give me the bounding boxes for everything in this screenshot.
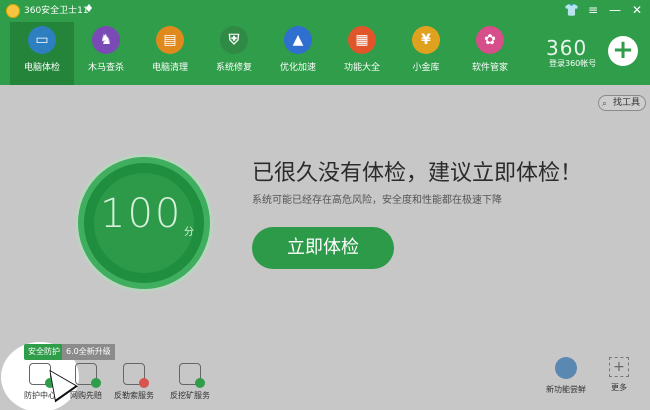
monitor-check-icon: ▭ bbox=[28, 26, 56, 54]
bottom-item-label: 反勒索服务 bbox=[114, 391, 154, 400]
main-nav: ▭ 电脑体检 ♞ 木马查杀 ▤ 电脑清理 ⛨ 系统修复 ▲ 优化加速 ▦ 功能大… bbox=[10, 22, 522, 85]
nav-item-software[interactable]: ✿ 软件管家 bbox=[458, 22, 522, 85]
app-logo-icon bbox=[6, 4, 20, 18]
score-value: 100 bbox=[100, 191, 183, 237]
nav-label: 木马查杀 bbox=[87, 63, 124, 73]
main-panel: ⌕ 找工具 100 分 已很久没有体检，建议立即体检！ 系统可能已经存在高危风险… bbox=[0, 85, 650, 410]
anti-mining-icon bbox=[179, 363, 205, 388]
menu-icon[interactable]: ≡ bbox=[586, 2, 600, 18]
nav-label: 系统修复 bbox=[215, 63, 252, 73]
brand-logo: 360 bbox=[546, 36, 588, 60]
right-item-label: 新功能尝鲜 bbox=[546, 385, 586, 394]
warning-icon bbox=[139, 378, 149, 388]
new-feature-button[interactable]: 新功能尝鲜 bbox=[546, 357, 586, 395]
nav-label: 软件管家 bbox=[471, 63, 508, 73]
nav-item-vault[interactable]: ¥ 小金库 bbox=[394, 22, 458, 85]
subline: 系统可能已经存在高危风险，安全度和性能都在极速下降 bbox=[252, 195, 502, 206]
anti-mining-button[interactable]: 反挖矿服务 bbox=[160, 363, 220, 401]
shirt-icon[interactable]: 👕 bbox=[564, 2, 579, 18]
more-icon: + bbox=[609, 357, 629, 377]
login-link[interactable]: 登录360帐号 bbox=[549, 58, 596, 69]
rocket-icon: ▲ bbox=[284, 26, 312, 54]
find-tools-button[interactable]: ⌕ 找工具 bbox=[598, 95, 646, 111]
bottom-item-label: 反挖矿服务 bbox=[170, 391, 210, 400]
pin-icon: ♦ bbox=[84, 2, 94, 15]
nav-label: 小金库 bbox=[412, 63, 440, 73]
nav-label: 电脑清理 bbox=[151, 63, 188, 73]
money-bag-icon: ¥ bbox=[412, 26, 440, 54]
anti-ransom-button[interactable]: 反勒索服务 bbox=[104, 363, 164, 401]
top-bar: 360安全卫士11 ♦ 👕 ≡ — ✕ ▭ 电脑体检 ♞ 木马查杀 ▤ 电脑清理… bbox=[0, 0, 650, 85]
nav-label: 功能大全 bbox=[343, 63, 380, 73]
start-checkup-button[interactable]: 立即体检 bbox=[252, 227, 394, 269]
minimize-icon[interactable]: — bbox=[608, 2, 622, 18]
title-bar: 360安全卫士11 ♦ 👕 ≡ — ✕ bbox=[0, 0, 650, 22]
find-tools-label: 找工具 bbox=[613, 98, 641, 108]
search-icon: ⌕ bbox=[602, 99, 608, 109]
status-check-icon bbox=[91, 378, 101, 388]
right-item-label: 更多 bbox=[611, 383, 627, 392]
grid-icon: ▦ bbox=[348, 26, 376, 54]
broom-icon: ▤ bbox=[156, 26, 184, 54]
horse-icon: ♞ bbox=[92, 26, 120, 54]
upgrade-badge: 6.0全新升级 bbox=[62, 344, 115, 360]
nav-label: 电脑体检 bbox=[23, 63, 60, 73]
headline: 已很久没有体检，建议立即体检！ bbox=[252, 161, 583, 186]
nav-item-repair[interactable]: ⛨ 系统修复 bbox=[202, 22, 266, 85]
app-title: 360安全卫士11 bbox=[24, 6, 89, 16]
close-icon[interactable]: ✕ bbox=[630, 2, 644, 18]
shield-icon: ⛨ bbox=[220, 26, 248, 54]
score-gauge: 100 分 bbox=[78, 157, 210, 289]
more-button[interactable]: + 更多 bbox=[609, 357, 629, 393]
cart-icon bbox=[75, 363, 101, 388]
nav-label: 优化加速 bbox=[279, 63, 316, 73]
nav-item-checkup[interactable]: ▭ 电脑体检 bbox=[10, 22, 74, 85]
status-check-icon bbox=[195, 378, 205, 388]
add-account-icon[interactable]: + bbox=[608, 36, 638, 66]
window-controls: 👕 ≡ — ✕ bbox=[564, 2, 644, 18]
software-icon: ✿ bbox=[476, 26, 504, 54]
new-feature-icon bbox=[555, 357, 577, 379]
score-unit: 分 bbox=[184, 227, 194, 238]
nav-item-trojan[interactable]: ♞ 木马查杀 bbox=[74, 22, 138, 85]
anti-ransom-icon bbox=[123, 363, 149, 388]
nav-item-features[interactable]: ▦ 功能大全 bbox=[330, 22, 394, 85]
nav-item-cleanup[interactable]: ▤ 电脑清理 bbox=[138, 22, 202, 85]
security-protection-badge: 安全防护 bbox=[24, 344, 64, 360]
nav-item-speedup[interactable]: ▲ 优化加速 bbox=[266, 22, 330, 85]
